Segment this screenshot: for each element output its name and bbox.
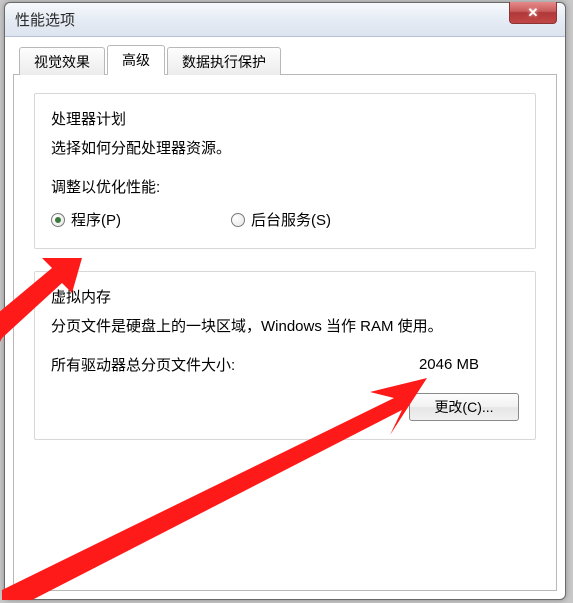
radio-label: 后台服务(S) bbox=[251, 209, 331, 230]
radio-icon bbox=[231, 213, 245, 227]
vm-total-label: 所有驱动器总分页文件大小: bbox=[51, 354, 235, 375]
tab-label: 视觉效果 bbox=[34, 52, 90, 72]
group-title: 虚拟内存 bbox=[51, 286, 519, 307]
button-label: 更改(C)... bbox=[434, 397, 493, 417]
client-area: 视觉效果 高级 数据执行保护 处理器计划 选择如何分配处理器资源。 调整以优化性… bbox=[13, 43, 557, 591]
tab-advanced[interactable]: 高级 bbox=[107, 45, 165, 75]
tab-visual-effects[interactable]: 视觉效果 bbox=[19, 47, 105, 75]
titlebar[interactable]: 性能选项 ✕ bbox=[5, 3, 565, 37]
close-icon: ✕ bbox=[528, 5, 539, 21]
change-button[interactable]: 更改(C)... bbox=[409, 393, 519, 421]
window-title: 性能选项 bbox=[15, 9, 75, 30]
processor-scheduling-group: 处理器计划 选择如何分配处理器资源。 调整以优化性能: 程序(P) 后台服务(S… bbox=[34, 93, 536, 249]
tab-label: 数据执行保护 bbox=[182, 52, 266, 72]
performance-options-window: 性能选项 ✕ 视觉效果 高级 数据执行保护 处理器计划 选择如何分配处理器资源。… bbox=[4, 2, 566, 600]
virtual-memory-group: 虚拟内存 分页文件是硬盘上的一块区域，Windows 当作 RAM 使用。 所有… bbox=[34, 271, 536, 440]
radio-programs[interactable]: 程序(P) bbox=[51, 209, 121, 230]
group-desc: 选择如何分配处理器资源。 bbox=[51, 137, 519, 158]
adjust-label: 调整以优化性能: bbox=[51, 176, 519, 197]
group-title: 处理器计划 bbox=[51, 108, 519, 129]
advanced-panel: 处理器计划 选择如何分配处理器资源。 调整以优化性能: 程序(P) 后台服务(S… bbox=[13, 75, 557, 591]
radio-icon bbox=[51, 213, 65, 227]
radio-label: 程序(P) bbox=[71, 209, 121, 230]
radio-row: 程序(P) 后台服务(S) bbox=[51, 209, 519, 230]
vm-total-row: 所有驱动器总分页文件大小: 2046 MB bbox=[51, 354, 519, 375]
tab-strip: 视觉效果 高级 数据执行保护 bbox=[13, 43, 557, 75]
close-button[interactable]: ✕ bbox=[509, 2, 557, 24]
button-row: 更改(C)... bbox=[51, 393, 519, 421]
group-desc: 分页文件是硬盘上的一块区域，Windows 当作 RAM 使用。 bbox=[51, 315, 519, 336]
radio-background-services[interactable]: 后台服务(S) bbox=[231, 209, 331, 230]
vm-total-value: 2046 MB bbox=[419, 356, 519, 373]
tab-dep[interactable]: 数据执行保护 bbox=[167, 47, 281, 75]
tab-label: 高级 bbox=[122, 50, 150, 70]
